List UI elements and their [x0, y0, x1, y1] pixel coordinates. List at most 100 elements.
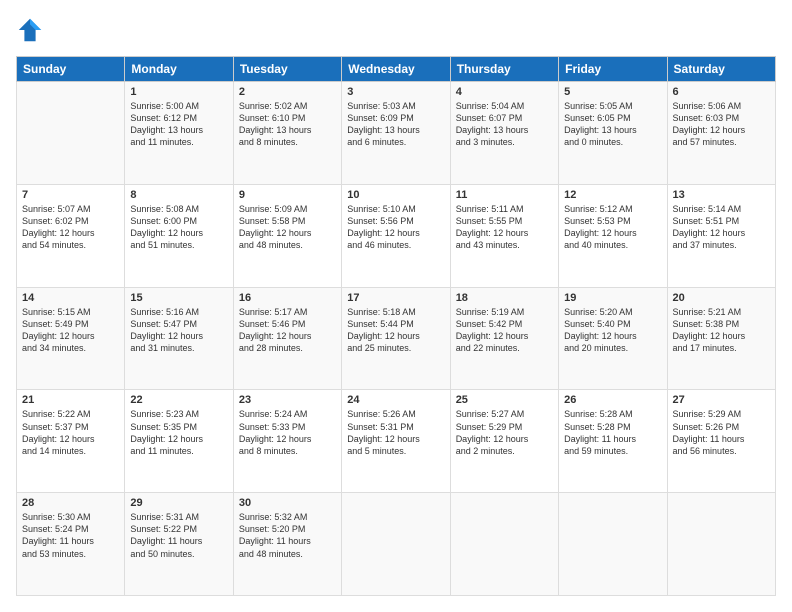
day-number: 23: [239, 394, 336, 406]
day-info: Sunrise: 5:22 AM Sunset: 5:37 PM Dayligh…: [22, 408, 119, 457]
day-number: 8: [130, 189, 227, 201]
day-info: Sunrise: 5:11 AM Sunset: 5:55 PM Dayligh…: [456, 203, 553, 252]
day-info: Sunrise: 5:06 AM Sunset: 6:03 PM Dayligh…: [673, 100, 770, 149]
day-number: 28: [22, 497, 119, 509]
day-cell: 29 Sunrise: 5:31 AM Sunset: 5:22 PM Dayli…: [125, 493, 233, 596]
day-cell: 20 Sunrise: 5:21 AM Sunset: 5:38 PM Dayli…: [667, 287, 775, 390]
day-number: 2: [239, 86, 336, 98]
day-cell: 24 Sunrise: 5:26 AM Sunset: 5:31 PM Dayli…: [342, 390, 450, 493]
day-number: 5: [564, 86, 661, 98]
day-number: 20: [673, 292, 770, 304]
weekday-header-sunday: Sunday: [17, 57, 125, 82]
day-info: Sunrise: 5:05 AM Sunset: 6:05 PM Dayligh…: [564, 100, 661, 149]
day-number: 30: [239, 497, 336, 509]
weekday-header-friday: Friday: [559, 57, 667, 82]
day-info: Sunrise: 5:09 AM Sunset: 5:58 PM Dayligh…: [239, 203, 336, 252]
page-header: [16, 16, 776, 44]
day-number: 15: [130, 292, 227, 304]
logo: [16, 16, 50, 44]
day-info: Sunrise: 5:03 AM Sunset: 6:09 PM Dayligh…: [347, 100, 444, 149]
day-number: 25: [456, 394, 553, 406]
day-number: 6: [673, 86, 770, 98]
day-number: 18: [456, 292, 553, 304]
day-cell: 11 Sunrise: 5:11 AM Sunset: 5:55 PM Dayli…: [450, 184, 558, 287]
week-row-5: 28 Sunrise: 5:30 AM Sunset: 5:24 PM Dayli…: [17, 493, 776, 596]
day-cell: 30 Sunrise: 5:32 AM Sunset: 5:20 PM Dayli…: [233, 493, 341, 596]
day-info: Sunrise: 5:23 AM Sunset: 5:35 PM Dayligh…: [130, 408, 227, 457]
day-cell: 1 Sunrise: 5:00 AM Sunset: 6:12 PM Daylig…: [125, 82, 233, 185]
day-cell: 22 Sunrise: 5:23 AM Sunset: 5:35 PM Dayli…: [125, 390, 233, 493]
day-number: 19: [564, 292, 661, 304]
day-info: Sunrise: 5:04 AM Sunset: 6:07 PM Dayligh…: [456, 100, 553, 149]
day-number: 24: [347, 394, 444, 406]
weekday-header-monday: Monday: [125, 57, 233, 82]
day-info: Sunrise: 5:02 AM Sunset: 6:10 PM Dayligh…: [239, 100, 336, 149]
weekday-header-saturday: Saturday: [667, 57, 775, 82]
week-row-1: 1 Sunrise: 5:00 AM Sunset: 6:12 PM Daylig…: [17, 82, 776, 185]
day-cell: 27Sunrise: 5:29 AM Sunset: 5:26 PM Dayli…: [667, 390, 775, 493]
day-cell: 7 Sunrise: 5:07 AM Sunset: 6:02 PM Daylig…: [17, 184, 125, 287]
day-number: 12: [564, 189, 661, 201]
day-number: 22: [130, 394, 227, 406]
day-number: 4: [456, 86, 553, 98]
day-cell: [17, 82, 125, 185]
day-cell: 21 Sunrise: 5:22 AM Sunset: 5:37 PM Dayli…: [17, 390, 125, 493]
day-number: 13: [673, 189, 770, 201]
day-cell: 9Sunrise: 5:09 AM Sunset: 5:58 PM Daylig…: [233, 184, 341, 287]
day-number: 3: [347, 86, 444, 98]
day-info: Sunrise: 5:08 AM Sunset: 6:00 PM Dayligh…: [130, 203, 227, 252]
day-cell: [559, 493, 667, 596]
day-cell: 17 Sunrise: 5:18 AM Sunset: 5:44 PM Dayli…: [342, 287, 450, 390]
day-info: Sunrise: 5:24 AM Sunset: 5:33 PM Dayligh…: [239, 408, 336, 457]
day-info: Sunrise: 5:14 AM Sunset: 5:51 PM Dayligh…: [673, 203, 770, 252]
day-info: Sunrise: 5:00 AM Sunset: 6:12 PM Dayligh…: [130, 100, 227, 149]
day-info: Sunrise: 5:15 AM Sunset: 5:49 PM Dayligh…: [22, 306, 119, 355]
week-row-4: 21 Sunrise: 5:22 AM Sunset: 5:37 PM Dayli…: [17, 390, 776, 493]
day-number: 7: [22, 189, 119, 201]
day-cell: 18Sunrise: 5:19 AM Sunset: 5:42 PM Dayli…: [450, 287, 558, 390]
day-cell: 13 Sunrise: 5:14 AM Sunset: 5:51 PM Dayli…: [667, 184, 775, 287]
day-cell: 6 Sunrise: 5:06 AM Sunset: 6:03 PM Daylig…: [667, 82, 775, 185]
day-cell: 23 Sunrise: 5:24 AM Sunset: 5:33 PM Dayli…: [233, 390, 341, 493]
day-info: Sunrise: 5:18 AM Sunset: 5:44 PM Dayligh…: [347, 306, 444, 355]
day-info: Sunrise: 5:31 AM Sunset: 5:22 PM Dayligh…: [130, 511, 227, 560]
day-cell: 8 Sunrise: 5:08 AM Sunset: 6:00 PM Daylig…: [125, 184, 233, 287]
day-cell: 15 Sunrise: 5:16 AM Sunset: 5:47 PM Dayli…: [125, 287, 233, 390]
day-cell: [450, 493, 558, 596]
weekday-header-wednesday: Wednesday: [342, 57, 450, 82]
day-cell: 25Sunrise: 5:27 AM Sunset: 5:29 PM Dayli…: [450, 390, 558, 493]
weekday-header-row: SundayMondayTuesdayWednesdayThursdayFrid…: [17, 57, 776, 82]
day-info: Sunrise: 5:12 AM Sunset: 5:53 PM Dayligh…: [564, 203, 661, 252]
day-number: 29: [130, 497, 227, 509]
day-info: Sunrise: 5:20 AM Sunset: 5:40 PM Dayligh…: [564, 306, 661, 355]
day-cell: 5 Sunrise: 5:05 AM Sunset: 6:05 PM Daylig…: [559, 82, 667, 185]
day-number: 11: [456, 189, 553, 201]
day-cell: 19 Sunrise: 5:20 AM Sunset: 5:40 PM Dayli…: [559, 287, 667, 390]
calendar: SundayMondayTuesdayWednesdayThursdayFrid…: [16, 56, 776, 596]
day-info: Sunrise: 5:30 AM Sunset: 5:24 PM Dayligh…: [22, 511, 119, 560]
day-cell: 10 Sunrise: 5:10 AM Sunset: 5:56 PM Dayli…: [342, 184, 450, 287]
day-number: 14: [22, 292, 119, 304]
day-cell: 3 Sunrise: 5:03 AM Sunset: 6:09 PM Daylig…: [342, 82, 450, 185]
day-info: Sunrise: 5:16 AM Sunset: 5:47 PM Dayligh…: [130, 306, 227, 355]
day-info: Sunrise: 5:29 AM Sunset: 5:26 PM Dayligh…: [673, 408, 770, 457]
day-info: Sunrise: 5:28 AM Sunset: 5:28 PM Dayligh…: [564, 408, 661, 457]
day-number: 26: [564, 394, 661, 406]
day-info: Sunrise: 5:07 AM Sunset: 6:02 PM Dayligh…: [22, 203, 119, 252]
day-cell: 16 Sunrise: 5:17 AM Sunset: 5:46 PM Dayli…: [233, 287, 341, 390]
day-info: Sunrise: 5:32 AM Sunset: 5:20 PM Dayligh…: [239, 511, 336, 560]
weekday-header-thursday: Thursday: [450, 57, 558, 82]
day-cell: [667, 493, 775, 596]
day-cell: 2 Sunrise: 5:02 AM Sunset: 6:10 PM Daylig…: [233, 82, 341, 185]
day-number: 16: [239, 292, 336, 304]
week-row-3: 14 Sunrise: 5:15 AM Sunset: 5:49 PM Dayli…: [17, 287, 776, 390]
day-number: 17: [347, 292, 444, 304]
day-number: 1: [130, 86, 227, 98]
day-number: 21: [22, 394, 119, 406]
day-info: Sunrise: 5:10 AM Sunset: 5:56 PM Dayligh…: [347, 203, 444, 252]
day-info: Sunrise: 5:21 AM Sunset: 5:38 PM Dayligh…: [673, 306, 770, 355]
day-number: 10: [347, 189, 444, 201]
day-info: Sunrise: 5:17 AM Sunset: 5:46 PM Dayligh…: [239, 306, 336, 355]
day-info: Sunrise: 5:26 AM Sunset: 5:31 PM Dayligh…: [347, 408, 444, 457]
day-cell: 26 Sunrise: 5:28 AM Sunset: 5:28 PM Dayli…: [559, 390, 667, 493]
